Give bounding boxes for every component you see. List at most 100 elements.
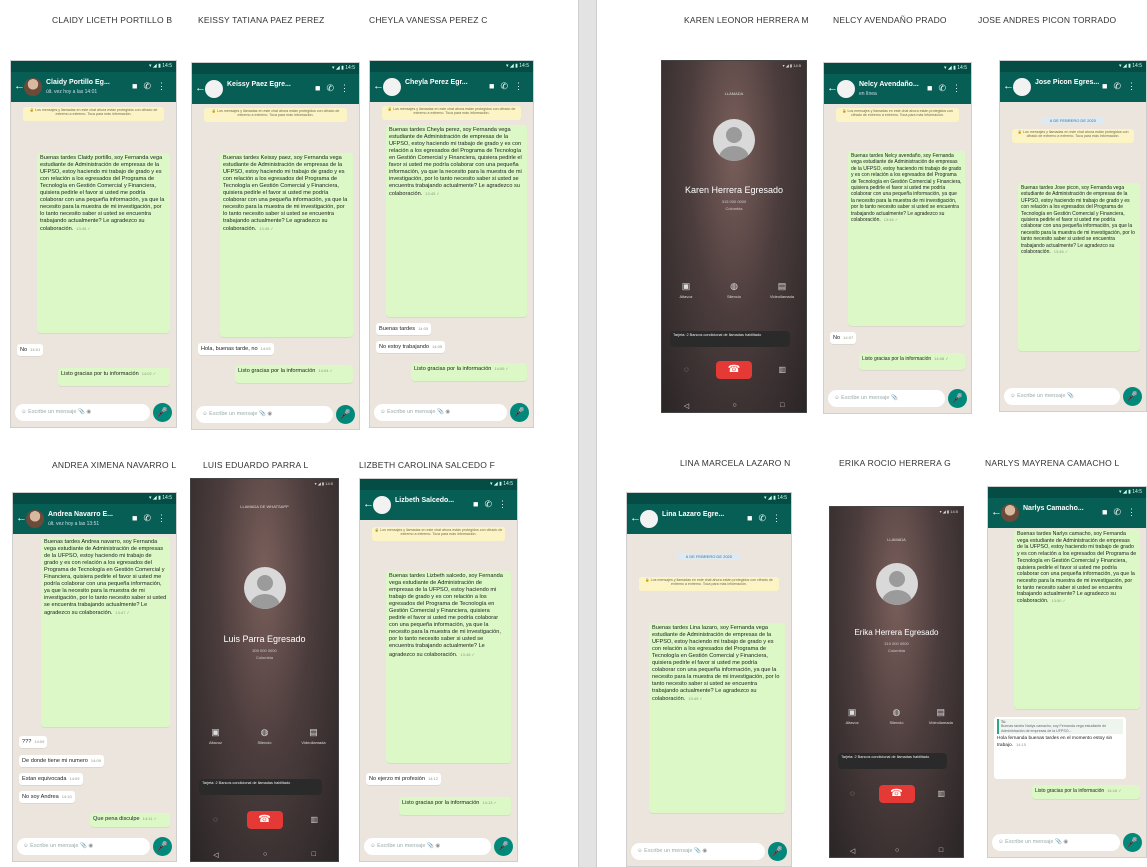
mic-button[interactable]: 🎤	[948, 389, 967, 408]
attach-icon[interactable]: 📎	[1055, 839, 1062, 845]
mic-button[interactable]: 🎤	[153, 837, 172, 856]
emoji-icon[interactable]: ☺	[370, 843, 376, 849]
menu-icon[interactable]: ⋮	[1127, 507, 1142, 517]
avatar[interactable]	[24, 78, 42, 96]
message-input[interactable]: ☺ Escribe un mensaje 📎 ◉	[17, 838, 150, 855]
mic-button[interactable]: 🎤	[153, 403, 172, 422]
camera-icon[interactable]: ◉	[445, 409, 450, 415]
nav-home-icon[interactable]: ○	[732, 402, 736, 410]
emoji-icon[interactable]: ☺	[21, 409, 27, 415]
settings-icon[interactable]: ◌	[850, 789, 855, 798]
video-call-icon[interactable]: ■	[1102, 507, 1113, 517]
avatar[interactable]	[1013, 78, 1031, 96]
contact-name[interactable]: Jose Picon Egres...	[1035, 79, 1099, 86]
encryption-notice[interactable]: 🔒 Los mensajes y llamadas en este chat a…	[639, 577, 779, 591]
mic-button[interactable]: 🎤	[768, 842, 787, 861]
nav-back-icon[interactable]: ◁	[850, 847, 855, 855]
attach-icon[interactable]: 📎	[694, 848, 701, 854]
contact-name[interactable]: Keissy Paez Egre...	[227, 81, 291, 88]
menu-icon[interactable]: ⋮	[340, 83, 355, 93]
emoji-icon[interactable]: ☺	[998, 839, 1004, 845]
end-call-button[interactable]: ☎	[246, 811, 283, 829]
video-call-icon[interactable]: ■	[927, 83, 938, 93]
menu-icon[interactable]: ⋮	[157, 81, 172, 91]
contact-name[interactable]: Claidy Portillo Eg...	[46, 79, 110, 86]
emoji-icon[interactable]: ☺	[1010, 393, 1016, 399]
nav-recents-icon[interactable]: □	[939, 847, 943, 855]
menu-icon[interactable]: ⋮	[514, 81, 529, 91]
contact-name[interactable]: Cheyla Perez Egr...	[405, 79, 468, 86]
camera-icon[interactable]: ◉	[86, 409, 91, 415]
message-input[interactable]: ☺ Escribe un mensaje 📎 ◉	[631, 843, 765, 860]
menu-icon[interactable]: ⋮	[1127, 81, 1142, 91]
mic-button[interactable]: 🎤	[336, 405, 355, 424]
attach-icon[interactable]: 📎	[1067, 393, 1074, 399]
speaker-button[interactable]: ▣ Altavoz	[837, 707, 867, 725]
menu-icon[interactable]: ⋮	[772, 513, 787, 523]
video-call-icon[interactable]: ■	[132, 513, 143, 523]
message-icon[interactable]: ▥	[937, 789, 945, 798]
camera-icon[interactable]: ◉	[267, 411, 272, 417]
phone-icon[interactable]: ✆	[143, 513, 157, 523]
avatar[interactable]	[837, 80, 855, 98]
settings-icon[interactable]: ◌	[684, 365, 689, 374]
end-call-button[interactable]: ☎	[716, 361, 752, 379]
message-input[interactable]: ☺ Escribe un mensaje 📎 ◉	[374, 404, 507, 421]
encryption-notice[interactable]: 🔒 Los mensajes y llamadas en este chat a…	[372, 527, 505, 541]
encryption-notice[interactable]: 🔒 Los mensajes y llamadas en este chat a…	[836, 108, 959, 122]
end-call-button[interactable]: ☎	[878, 785, 915, 803]
avatar[interactable]	[640, 510, 658, 528]
mic-button[interactable]: 🎤	[1123, 387, 1142, 406]
avatar[interactable]	[205, 80, 223, 98]
message-input[interactable]: ☺ Escribe un mensaje 📎	[828, 390, 945, 407]
videocall-button[interactable]: ▤ Videollamada	[299, 727, 329, 745]
phone-icon[interactable]: ✆	[143, 81, 157, 91]
phone-icon[interactable]: ✆	[1113, 507, 1127, 517]
speaker-button[interactable]: ▣ Altavoz	[201, 727, 231, 745]
contact-name[interactable]: Andrea Navarro E...	[48, 511, 113, 518]
menu-icon[interactable]: ⋮	[952, 83, 967, 93]
contact-name[interactable]: Nelcy Avendaño...	[859, 81, 919, 88]
quoted-message[interactable]: Tú Buenas tardes Narlys camacho, soy Fern…	[997, 719, 1123, 735]
attach-icon[interactable]: 📎	[427, 843, 434, 849]
phone-icon[interactable]: ✆	[326, 83, 340, 93]
video-call-icon[interactable]: ■	[132, 81, 143, 91]
videocall-button[interactable]: ▤ Videollamada	[926, 707, 956, 725]
mute-button[interactable]: ◍ Silencio	[881, 707, 911, 725]
attach-icon[interactable]: 📎	[891, 395, 898, 401]
emoji-icon[interactable]: ☺	[637, 848, 643, 854]
encryption-notice[interactable]: 🔒 Los mensajes y llamadas en este chat a…	[204, 108, 347, 122]
encryption-notice[interactable]: 🔒 Los mensajes y llamadas en este chat a…	[1012, 129, 1134, 143]
nav-home-icon[interactable]: ○	[895, 847, 899, 855]
message-icon[interactable]: ▥	[778, 365, 786, 374]
emoji-icon[interactable]: ☺	[202, 411, 208, 417]
avatar[interactable]	[383, 78, 401, 96]
nav-home-icon[interactable]: ○	[263, 851, 267, 859]
nav-back-icon[interactable]: ◁	[684, 402, 689, 410]
phone-icon[interactable]: ✆	[484, 499, 498, 509]
video-call-icon[interactable]: ■	[1102, 81, 1113, 91]
video-call-icon[interactable]: ■	[315, 83, 326, 93]
contact-name[interactable]: Narlys Camacho...	[1023, 505, 1084, 512]
videocall-button[interactable]: ▤ Videollamada	[767, 281, 797, 299]
video-call-icon[interactable]: ■	[489, 81, 500, 91]
contact-name[interactable]: Lizbeth Salcedo...	[395, 497, 454, 504]
mute-button[interactable]: ◍ Silencio	[719, 281, 749, 299]
message-input[interactable]: ☺ Escribe un mensaje 📎 ◉	[196, 406, 333, 423]
speaker-button[interactable]: ▣ Altavoz	[671, 281, 701, 299]
emoji-icon[interactable]: ☺	[380, 409, 386, 415]
avatar[interactable]	[26, 510, 44, 528]
avatar[interactable]	[1001, 504, 1019, 522]
camera-icon[interactable]: ◉	[702, 848, 707, 854]
avatar[interactable]	[373, 496, 391, 514]
nav-recents-icon[interactable]: □	[312, 851, 316, 859]
mute-button[interactable]: ◍ Silencio	[250, 727, 280, 745]
menu-icon[interactable]: ⋮	[498, 499, 513, 509]
contact-name[interactable]: Lina Lazaro Egre...	[662, 511, 724, 518]
encryption-notice[interactable]: 🔒 Los mensajes y llamadas en este chat a…	[23, 107, 164, 121]
mic-button[interactable]: 🎤	[494, 837, 513, 856]
phone-icon[interactable]: ✆	[1113, 81, 1127, 91]
phone-icon[interactable]: ✆	[758, 513, 772, 523]
attach-icon[interactable]: 📎	[78, 409, 85, 415]
message-input[interactable]: ☺ Escribe un mensaje 📎 ◉	[364, 838, 491, 855]
